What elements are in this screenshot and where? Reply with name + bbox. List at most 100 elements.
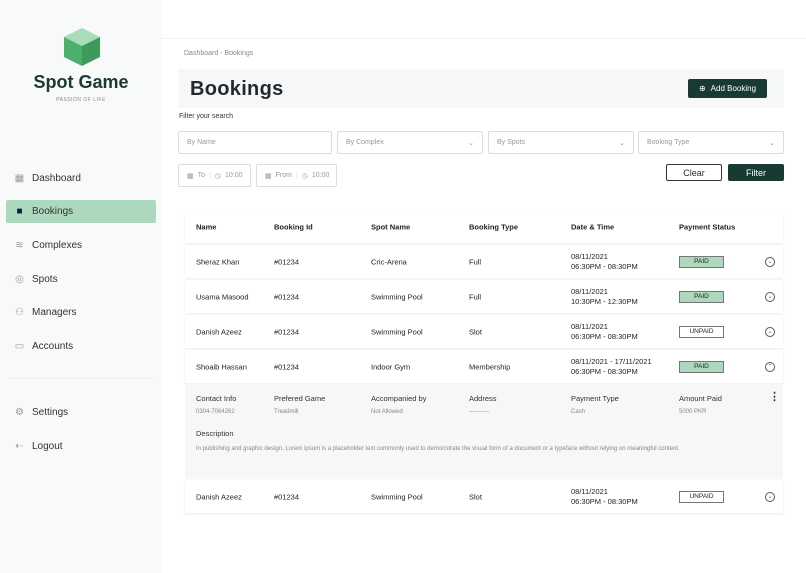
cell-date: 08/11/2021 — [571, 251, 608, 261]
status-badge: UNPAID — [679, 490, 724, 503]
detail-label: Amount Paid — [679, 394, 722, 403]
booking-type-select[interactable]: Booking Type ⌄ — [638, 131, 784, 154]
cell-time: 06:30PM - 08:30PM — [571, 261, 638, 271]
sidebar-item-complexes[interactable]: ≋ Complexes — [6, 234, 156, 257]
from-time: 10:00 — [311, 172, 330, 179]
cell-name: Sheraz Khan — [196, 257, 240, 266]
detail-label: Accompanied by — [371, 394, 427, 403]
card-icon: ▭ — [14, 341, 25, 352]
table-header: Name Booking Id Spot Name Booking Type D… — [185, 210, 783, 243]
name-placeholder: By Name — [187, 139, 216, 146]
to-label: To — [197, 172, 206, 179]
chevron-down-icon: ⌄ — [769, 139, 775, 147]
nav-label: Bookings — [32, 206, 74, 217]
detail-label: Address — [469, 394, 497, 403]
from-label: From — [275, 172, 292, 179]
gear-icon: ⚙ — [15, 407, 24, 418]
chevron-down-icon[interactable]: ⌄ — [765, 491, 775, 502]
from-datetime[interactable]: ▦ From | ◷ 10:00 — [256, 164, 337, 187]
spots-select[interactable]: By Spots ⌄ — [488, 131, 634, 154]
detail-label: Prefered Game — [274, 394, 326, 403]
cell-date-time: 08/11/2021 10:30PM - 12:30PM — [571, 286, 638, 306]
cell-booking-type: Membership — [469, 362, 511, 371]
book-icon: ■ — [16, 206, 23, 217]
status-badge: PAID — [679, 360, 724, 373]
status-badge: PAID — [679, 290, 724, 303]
booking-type-placeholder: Booking Type — [647, 139, 690, 146]
detail-label: Contact Info — [196, 394, 237, 403]
cell-name: Danish Azeez — [196, 492, 242, 501]
cell-date: 08/11/2021 — [571, 286, 608, 296]
filter-label: Filter your search — [179, 113, 234, 120]
sidebar-item-managers[interactable]: ⚇ Managers — [6, 301, 156, 324]
chevron-down-icon[interactable]: ⌄ — [765, 256, 775, 267]
nav-label: Complexes — [32, 240, 83, 251]
complex-select[interactable]: By Complex ⌄ — [337, 131, 483, 154]
sidebar-item-bookings[interactable]: ■ Bookings — [6, 200, 156, 223]
cell-time: 06:30PM - 08:30PM — [571, 366, 638, 376]
nav-label: Dashboard — [32, 173, 81, 184]
add-booking-button[interactable]: ⊕ Add Booking — [688, 79, 767, 98]
sidebar-item-dashboard[interactable]: ▦ Dashboard — [6, 167, 156, 190]
sidebar-item-spots[interactable]: ◎ Spots — [6, 268, 156, 291]
breadcrumb: Dashboard - Bookings — [184, 50, 254, 57]
cell-date: 08/11/2021 - 17/11/2021 — [571, 356, 652, 366]
plus-circle-icon: ⊕ — [698, 84, 706, 93]
booking-detail-panel: Contact Info 0304-7064262 Prefered Game … — [185, 384, 783, 479]
nav-label: Spots — [32, 274, 58, 285]
col-booking-id: Booking Id — [274, 222, 313, 231]
status-badge: PAID — [679, 255, 724, 268]
name-input[interactable]: By Name — [178, 131, 332, 154]
cell-date-time: 08/11/2021 - 17/11/2021 06:30PM - 08:30PM — [571, 356, 652, 376]
to-datetime[interactable]: ▦ To | ◷ 10:00 — [178, 164, 251, 187]
more-vertical-icon[interactable]: ⋮ — [769, 390, 780, 403]
table-row[interactable]: Danish Azeez #01234 Swimming Pool Slot 0… — [185, 315, 783, 348]
cell-date-time: 08/11/2021 06:30PM - 08:30PM — [571, 251, 638, 271]
clear-button[interactable]: Clear — [666, 164, 722, 181]
table-row[interactable]: Usama Masood #01234 Swimming Pool Full 0… — [185, 280, 783, 313]
top-bar — [162, 38, 806, 39]
cell-booking-id: #01234 — [274, 257, 300, 266]
table-row[interactable]: Sheraz Khan #01234 Cric-Arena Full 08/11… — [185, 245, 783, 278]
cell-time: 06:30PM - 08:30PM — [571, 331, 638, 341]
detail-value: 5000 PKR — [679, 409, 707, 415]
sidebar-item-settings[interactable]: ⚙ Settings — [6, 401, 156, 424]
brand-tagline: PASSION OF LIFE — [56, 97, 106, 103]
calendar-icon: ▦ — [265, 172, 272, 180]
chevron-down-icon: ⌄ — [619, 139, 625, 147]
sidebar-item-accounts[interactable]: ▭ Accounts — [6, 335, 156, 358]
nav-label: Logout — [32, 441, 63, 452]
cell-spot-name: Swimming Pool — [371, 327, 423, 336]
nav-label: Accounts — [32, 341, 74, 352]
complex-placeholder: By Complex — [346, 139, 384, 146]
sidebar: Spot Game PASSION OF LIFE ▦ Dashboard ■ Bo… — [0, 0, 162, 573]
chevron-down-icon[interactable]: ⌄ — [765, 291, 775, 302]
logo-cube-icon — [64, 28, 100, 66]
detail-value: ---------- — [469, 409, 489, 415]
cell-time: 10:30PM - 12:30PM — [571, 296, 638, 306]
detail-value: Cash — [571, 409, 586, 415]
chevron-down-icon[interactable]: ⌄ — [765, 326, 775, 337]
col-spot-name: Spot Name — [371, 222, 411, 231]
cell-spot-name: Indoor Gym — [371, 362, 411, 371]
cell-date-time: 08/11/2021 06:30PM - 08:30PM — [571, 321, 638, 341]
nav-label: Managers — [32, 307, 77, 318]
detail-value: Treadmill — [274, 409, 299, 415]
cell-date: 08/11/2021 — [571, 486, 608, 496]
nav-label: Settings — [32, 407, 69, 418]
cell-booking-type: Slot — [469, 492, 482, 501]
detail-value: 0304-7064262 — [196, 409, 235, 415]
layers-icon: ≋ — [15, 240, 24, 251]
col-date-time: Date & Time — [571, 222, 615, 231]
sidebar-item-logout[interactable]: ⇠ Logout — [6, 435, 156, 458]
chevron-up-icon[interactable]: ⌃ — [765, 361, 775, 372]
description-text: In publishing and graphic design, Lorem … — [196, 446, 680, 452]
table-row[interactable]: Danish Azeez #01234 Swimming Pool Slot 0… — [185, 480, 783, 513]
user-check-icon: ⚇ — [15, 307, 24, 318]
divider — [8, 378, 153, 379]
table-row[interactable]: Shoaib Hassan #01234 Indoor Gym Membersh… — [185, 350, 783, 383]
chevron-down-icon: ⌄ — [468, 139, 474, 147]
cell-booking-id: #01234 — [274, 492, 300, 501]
add-booking-label: Add Booking — [710, 84, 757, 93]
filter-button[interactable]: Filter — [728, 164, 784, 181]
